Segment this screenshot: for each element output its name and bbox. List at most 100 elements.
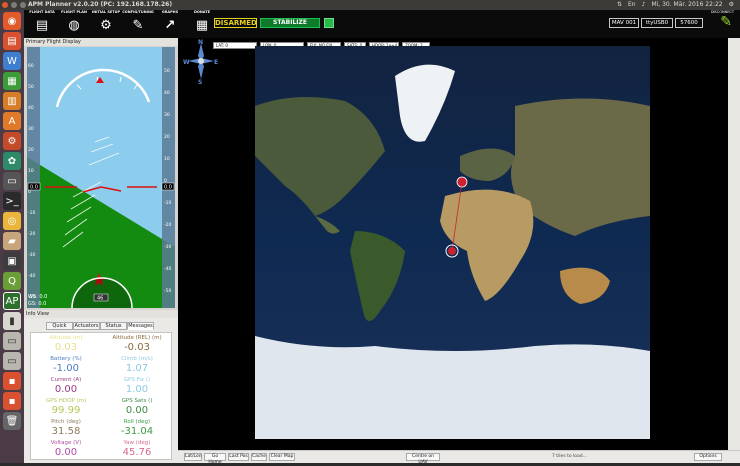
- graph-app-icon[interactable]: ▰: [3, 232, 21, 250]
- home-marker-icon[interactable]: [456, 176, 468, 188]
- status-indicator: [324, 18, 334, 28]
- close-window-button[interactable]: [2, 2, 8, 8]
- info-cell[interactable]: Altitude (REL) (m) -0.03: [102, 335, 172, 354]
- initial-setup-label: INITIAL SETUP: [91, 10, 121, 14]
- minimize-window-button[interactable]: [11, 2, 17, 8]
- info-cell[interactable]: GPS Fix () 1.00: [102, 377, 172, 396]
- tab-messages[interactable]: Messages: [127, 322, 154, 330]
- drive2-icon[interactable]: ▪: [3, 372, 21, 390]
- speed-tick-label: 50: [28, 84, 34, 90]
- port-select[interactable]: ttyUSB0: [641, 18, 673, 28]
- compass-w: W: [183, 59, 190, 66]
- info-cell-label: GPS Fix (): [123, 377, 151, 383]
- go-home-button[interactable]: Go Home: [204, 453, 226, 465]
- vertical-scrollbar[interactable]: [728, 38, 740, 450]
- cache-button[interactable]: Cache: [251, 453, 267, 461]
- options-dropdown[interactable]: Options: [694, 453, 722, 461]
- graphs-label: GRAPHS: [161, 10, 179, 14]
- gps-lat: LAT: 0: [213, 42, 257, 49]
- trash-icon[interactable]: 🗑: [3, 412, 21, 430]
- info-cell[interactable]: Current (A) 0.00: [31, 377, 101, 396]
- monitor-icon[interactable]: ▣: [3, 252, 21, 270]
- app-icon-green[interactable]: ✿: [3, 152, 21, 170]
- gs-label: GS: 0.0: [28, 301, 46, 307]
- tab-actuators[interactable]: Actuators: [73, 322, 100, 330]
- flight-data-button[interactable]: FLIGHT DATA ▤: [26, 10, 58, 38]
- flight-plan-button[interactable]: FLIGHT PLAN ◍: [58, 10, 90, 38]
- settings-app-icon[interactable]: ⚙: [3, 132, 21, 150]
- disk2-icon[interactable]: ▭: [3, 352, 21, 370]
- network-icon[interactable]: ⇅: [617, 0, 622, 10]
- qt-icon[interactable]: Q: [3, 272, 21, 290]
- writer-icon[interactable]: W: [3, 52, 21, 70]
- flight-mode: STABILIZE: [260, 18, 320, 28]
- info-cell[interactable]: Yaw (deg) 45.76: [102, 440, 172, 459]
- config-tuning-button[interactable]: CONFIG/TUNING ✎: [122, 10, 154, 38]
- usb-icon[interactable]: ▮: [3, 312, 21, 330]
- info-cell[interactable]: Climb (m/s) 1.07: [102, 356, 172, 375]
- disk-icon[interactable]: ▭: [3, 332, 21, 350]
- files-icon[interactable]: ▤: [3, 32, 21, 50]
- info-cell-label: Voltage (V): [50, 440, 82, 446]
- apm-planner-icon[interactable]: AP: [3, 292, 21, 310]
- info-cell[interactable]: GPS Sats () 0.00: [102, 398, 172, 417]
- drive-icon[interactable]: ▭: [3, 172, 21, 190]
- mav-id: MAV 001: [609, 18, 639, 28]
- info-cell[interactable]: Battery (%) -1.00: [31, 356, 101, 375]
- antarctica: [255, 336, 650, 439]
- info-value-grid: Altitude (m) 0.03 Altitude (REL) (m) -0.03 B…: [30, 332, 172, 460]
- latlon-button[interactable]: Lat/Lon: [184, 453, 202, 461]
- speed-readout: 0.0: [30, 185, 38, 191]
- alt-tick-label: 30: [164, 112, 170, 118]
- tab-quick[interactable]: Quick: [46, 322, 73, 330]
- gears-icon: ⚙: [100, 17, 112, 33]
- terminal-icon[interactable]: >_: [3, 192, 21, 210]
- info-cell-label: Climb (m/s): [121, 356, 153, 362]
- info-cell-value: -0.03: [124, 342, 150, 353]
- software-center-icon[interactable]: A: [3, 112, 21, 130]
- last-pos-button[interactable]: Last Pos: [228, 453, 249, 461]
- initial-setup-button[interactable]: INITIAL SETUP ⚙: [90, 10, 122, 38]
- world-map[interactable]: [255, 46, 650, 439]
- info-cell[interactable]: Altitude (m) 0.03: [31, 335, 101, 354]
- info-cell[interactable]: Pitch (deg) 31.58: [31, 419, 101, 438]
- alt-readout: 0.0: [164, 185, 172, 191]
- graphs-button[interactable]: GRAPHS ↗: [154, 10, 186, 38]
- info-cell-value: 45.76: [122, 447, 152, 458]
- clear-map-button[interactable]: Clear Map: [269, 453, 295, 461]
- chrome-icon[interactable]: ◎: [3, 212, 21, 230]
- compass-n: N: [198, 39, 203, 46]
- speed-tick-label: -20: [28, 231, 35, 237]
- alt-tick-label: -20: [164, 222, 171, 228]
- drive3-icon[interactable]: ▪: [3, 392, 21, 410]
- info-cell[interactable]: Voltage (V) 0.00: [31, 440, 101, 459]
- keyboard-icon[interactable]: En: [628, 0, 636, 10]
- speed-tick-label: -40: [28, 273, 35, 279]
- alt-tick-label: 10: [164, 156, 170, 162]
- info-cell-label: GPS Sats (): [121, 398, 153, 404]
- calc-icon[interactable]: ▦: [3, 72, 21, 90]
- baud-select[interactable]: 57600: [675, 18, 703, 28]
- tab-status[interactable]: Status: [100, 322, 127, 330]
- donate-label: DONATE: [193, 10, 211, 14]
- connect-plug-icon[interactable]: ✎: [720, 14, 732, 30]
- graph-icon: ↗: [164, 17, 176, 33]
- globe-icon: ◍: [68, 17, 80, 33]
- centre-on-uav-button[interactable]: Centre on UAV: [406, 453, 440, 465]
- system-top-bar: APM Planner v2.0.20 (PC: 192.168.178.26)…: [0, 0, 740, 10]
- impress-icon[interactable]: ▥: [3, 92, 21, 110]
- info-cell[interactable]: GPS HDOP (m) 99.99: [31, 398, 101, 417]
- map-area[interactable]: LAT: 0 LON: 0 FIX: NO FIX SATS: 0 HDOP: …: [178, 38, 728, 450]
- settings-icon[interactable]: ⚙: [729, 0, 734, 10]
- info-cell[interactable]: Roll (deg) -31.04: [102, 419, 172, 438]
- maximize-window-button[interactable]: [20, 2, 26, 8]
- compass-rose: N S W E: [183, 39, 218, 84]
- info-cell-label: Altitude (m): [49, 335, 83, 341]
- clock[interactable]: Mi, 30. Mär. 2016 22:22: [651, 0, 722, 10]
- dash-icon[interactable]: ◉: [3, 12, 21, 30]
- speed-tick-label: 10: [28, 168, 34, 174]
- pfd-svg: 6050403020100-10-20-30-40-50 50403020100…: [27, 47, 175, 308]
- info-cell-label: Current (A): [50, 377, 82, 383]
- info-cell-label: Roll (deg): [123, 419, 151, 425]
- volume-icon[interactable]: ♪: [642, 0, 646, 10]
